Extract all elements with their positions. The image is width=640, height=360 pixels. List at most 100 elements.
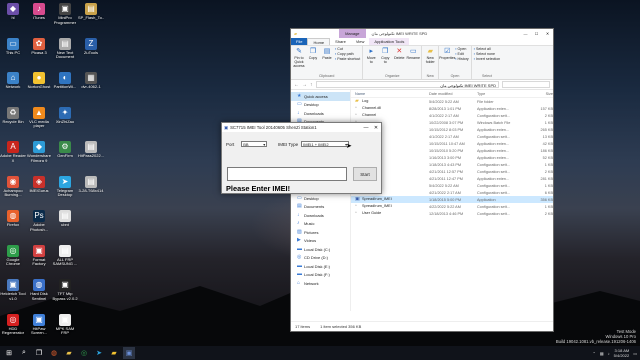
desktop-icon[interactable]: ◆ hl (0, 3, 26, 21)
nav-item[interactable]: ↓ Downloads (291, 109, 350, 118)
address-path[interactable]: تکنولوجی مان IMEI WRITE SPD (315, 81, 499, 88)
desktop-icon[interactable]: ◎ Google Chrome (0, 244, 26, 267)
manage-tab[interactable]: Manage (339, 29, 366, 38)
minimize-button[interactable]: — (520, 31, 531, 36)
properties-button[interactable]: ☑ Properties (439, 47, 455, 60)
column-name[interactable]: Name (351, 92, 429, 96)
nav-item[interactable]: ♪ Music (291, 220, 350, 229)
rename-button[interactable]: ▭ Rename (406, 47, 420, 60)
up-icon[interactable]: ↑ (310, 82, 313, 88)
desktop-icon[interactable]: ▦ dvr-4062-1 (78, 72, 104, 90)
edit-button[interactable]: Edit (455, 52, 468, 56)
desktop-icon[interactable]: ◆ Wondershare Filmora 9 (26, 141, 52, 163)
new-folder-button[interactable]: ▰ New folder (424, 47, 436, 64)
move-to-button[interactable]: ▸ Move to (365, 47, 377, 64)
tab-file[interactable]: File (291, 38, 308, 45)
desktop-icon[interactable]: Ps Adobe Photosh... (26, 210, 52, 232)
desktop-icon[interactable]: ◐ PartitionWi... (52, 72, 78, 90)
start-icon[interactable]: ⊞ (3, 347, 15, 359)
search-input[interactable] (502, 81, 550, 88)
search-icon[interactable]: ⌕ (18, 347, 30, 359)
nav-item[interactable]: ↓ Downloads (291, 211, 350, 220)
desktop-icon[interactable]: ◉ Achampoo Burning... (0, 175, 26, 198)
desktop-icon[interactable]: ♪ iTunes (26, 3, 52, 21)
nav-item[interactable]: ▬ Local Disk (E:) (291, 262, 350, 271)
select-none-button[interactable]: Select none (474, 52, 500, 56)
desktop-icon[interactable]: ✦ XinZhiZao (52, 106, 78, 125)
copy-button[interactable]: ❐ Copy (307, 47, 319, 60)
volume-icon[interactable]: ♪ (608, 351, 610, 356)
tool-close-button[interactable]: ✕ (371, 125, 381, 131)
desktop-icon[interactable]: ✿ Picasa 3 (26, 37, 52, 56)
forward-icon[interactable]: → (302, 82, 307, 88)
column-size[interactable]: Size (529, 92, 553, 96)
folder-task-icon[interactable]: ▰ (108, 347, 120, 359)
nav-item[interactable]: ▶ Videos (291, 237, 350, 246)
tab-application-tools[interactable]: Application Tools (369, 38, 410, 45)
paste-button[interactable]: ▤ Paste (321, 47, 333, 60)
desktop-icon[interactable]: ▤ ALL FRP SAMSUNG ... (52, 244, 78, 267)
file-row[interactable]: ▫ SpreadIrum_IMEI 4/22/2022 5:22 AM Configu… (351, 203, 553, 210)
desktop-icon[interactable]: Z ZuTools (78, 37, 104, 56)
column-type[interactable]: Type (477, 92, 529, 96)
clock[interactable]: 3:18 AM 5/4/2022 (614, 348, 630, 358)
desktop-icon[interactable]: ● NortonGhost (26, 72, 52, 90)
nav-item[interactable]: ▨Pictures (291, 228, 350, 237)
nav-item[interactable]: ▤Documents (291, 203, 350, 212)
desktop-icon[interactable]: ▤ SP_Flash_To... (78, 3, 104, 21)
network-icon[interactable]: ▦ (600, 351, 604, 356)
desktop-icon[interactable]: ▤ ubnt (52, 210, 78, 228)
back-icon[interactable]: ← (294, 82, 299, 88)
task-view-icon[interactable]: ❐ (33, 347, 45, 359)
desktop-icon[interactable]: ▣ Helderich Tool v1.0 (0, 279, 26, 301)
imei-tool-task-icon[interactable]: ▣ (123, 347, 135, 359)
port-select[interactable]: BB ▾ (241, 141, 268, 147)
tab-view[interactable]: View (351, 38, 370, 45)
file-explorer-icon[interactable]: ▰ (63, 347, 75, 359)
desktop-icon[interactable]: ▭ This PC (0, 37, 26, 56)
desktop-icon[interactable]: ◍ Hard Disk Sentinel (26, 279, 52, 301)
file-row[interactable]: ▫ Channel.dll 8/28/2013 1:01 PM Application… (351, 105, 553, 112)
history-button[interactable]: History (455, 57, 469, 61)
desktop-icon[interactable]: ▤ New Text Document (52, 37, 78, 60)
select-all-button[interactable]: Select all (474, 47, 500, 51)
imei-type-select[interactable]: IMEI1 + IMEI2 ▾ (301, 141, 350, 147)
file-row[interactable]: ▣ SpreadIrum_IMEI 1/18/2015 5:00 PM Applica… (351, 196, 553, 203)
invert-selection-button[interactable]: Invert selection (474, 57, 500, 61)
desktop-icon[interactable]: ⚙ GenFirm (52, 141, 78, 159)
desktop-icon[interactable]: ▣ MiniPro Programmer (52, 3, 78, 25)
desktop-icon[interactable]: ▣ Format Factory (26, 244, 52, 267)
desktop-icon[interactable]: ◈ IMEIGurus (26, 175, 52, 194)
desktop-icon[interactable]: ▤ 3-28-T68x414 (78, 175, 104, 194)
maximize-button[interactable]: ☐ (531, 31, 542, 36)
file-row[interactable]: ▰ Log 5/4/2022 5:22 AM File folder (351, 98, 553, 105)
close-button[interactable]: ✕ (542, 31, 553, 36)
start-button[interactable]: Start (353, 167, 377, 181)
file-row[interactable]: ▫ User Guide 12/18/2013 4:46 PM Configurati… (351, 210, 553, 217)
firefox-icon[interactable]: ◍ (48, 347, 60, 359)
tool-minimize-button[interactable]: — (361, 125, 371, 131)
telegram-icon[interactable]: ➤ (93, 347, 105, 359)
paste-shortcut-button[interactable]: Paste shortcut (335, 57, 360, 61)
desktop-icon[interactable]: ➤ Telegram Desktop (52, 175, 78, 198)
nav-item[interactable]: ◎ CD Drive (D:) (291, 254, 350, 263)
nav-item[interactable]: ▭ Desktop (291, 194, 350, 203)
nav-item[interactable]: ▬ Local Disk (C:) (291, 245, 350, 254)
desktop-icon[interactable]: ◍ Firefox (0, 210, 26, 228)
tray-chevron-icon[interactable]: ⌃ (593, 351, 596, 356)
column-date[interactable]: Date modified (429, 92, 477, 96)
copy-path-button[interactable]: Copy path (335, 52, 360, 56)
desktop-icon[interactable]: A Adobe Reader X (0, 141, 26, 163)
desktop-icon[interactable]: ▣ HitPaw Screen... (26, 313, 52, 336)
nav-item[interactable]: ▭ Desktop (291, 101, 350, 110)
desktop-icon[interactable]: ▲ VLC media player (26, 106, 52, 129)
desktop-icon[interactable]: ▣ MPK SAM FRP (52, 313, 78, 336)
desktop-icon[interactable]: ♻ Recycle Bin (0, 106, 26, 125)
cut-button[interactable]: Cut (335, 47, 360, 51)
imei-input[interactable] (227, 167, 347, 181)
tab-share[interactable]: Share (330, 38, 351, 45)
desktop-icon[interactable]: ▣ TFT Mtp Bypass v2.0.2 (52, 279, 78, 301)
desktop-icon[interactable]: ⌂ Network (0, 72, 26, 90)
desktop-icon[interactable]: ▤ HitPass2022... (78, 141, 104, 159)
nav-item[interactable]: ⌂ Network (291, 279, 350, 288)
